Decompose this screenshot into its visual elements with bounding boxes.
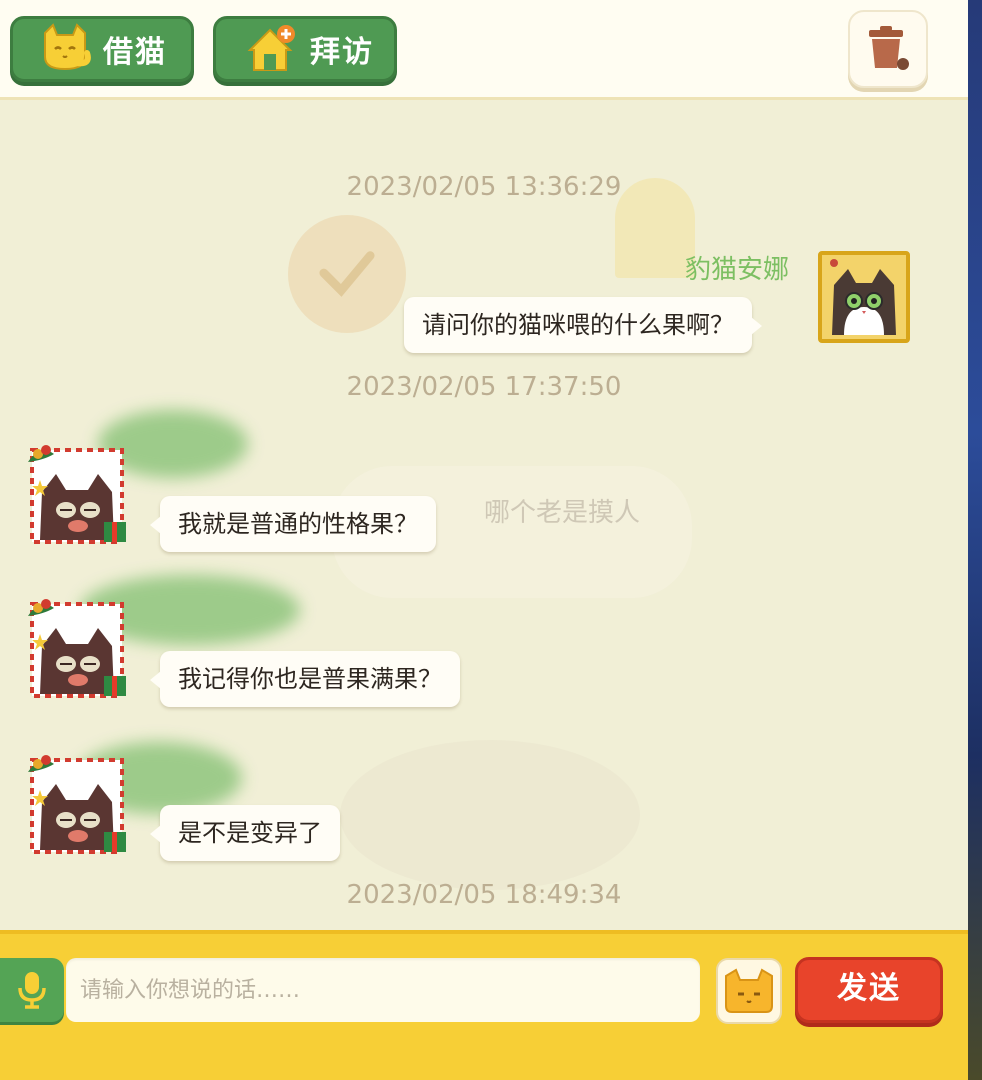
background-bubble-text: 哪个老是摸人 bbox=[484, 498, 641, 528]
sender-name: 豹猫安娜 bbox=[685, 255, 790, 285]
visit-label: 拜访 bbox=[310, 35, 374, 70]
message-text: 请问你的猫咪喂的什么果啊？ bbox=[422, 311, 734, 339]
message-text: 我记得你也是普果满果？ bbox=[178, 665, 442, 693]
borrow-cat-button[interactable]: 借猫 bbox=[10, 16, 194, 82]
chat-message: 我就是普通的性格果？ bbox=[150, 496, 436, 552]
message-input[interactable] bbox=[66, 958, 700, 1022]
background-table bbox=[340, 740, 640, 890]
cat-face-icon bbox=[725, 968, 773, 1013]
microphone-icon bbox=[18, 972, 46, 1009]
my-avatar[interactable] bbox=[818, 251, 910, 343]
emoji-button[interactable] bbox=[716, 958, 782, 1024]
friend-avatar[interactable] bbox=[26, 440, 138, 544]
friend-avatar[interactable] bbox=[26, 750, 138, 854]
chat-message: 请问你的猫咪喂的什么果啊？ bbox=[404, 297, 762, 353]
timestamp: 2023/02/05 18:49:34 bbox=[346, 880, 622, 910]
message-text: 我就是普通的性格果？ bbox=[178, 510, 418, 538]
timestamp: 2023/02/05 13:36:29 bbox=[346, 172, 622, 202]
chat-message: 是不是变异了 bbox=[150, 805, 340, 861]
cat-icon bbox=[35, 19, 95, 79]
timestamp: 2023/02/05 17:37:50 bbox=[346, 372, 622, 402]
voice-input-button[interactable] bbox=[0, 958, 64, 1022]
visit-button[interactable]: 拜访 bbox=[213, 16, 397, 82]
chat-message: 我记得你也是普果满果？ bbox=[150, 651, 460, 707]
house-plus-icon bbox=[242, 19, 302, 79]
background-check-icon bbox=[319, 251, 375, 297]
chat-panel: 哪个老是摸人 借猫 拜访 2023/02/05 13:36:29 豹猫安娜 请问… bbox=[0, 0, 968, 1080]
friend-avatar[interactable] bbox=[26, 594, 138, 698]
send-button[interactable]: 发送 bbox=[795, 957, 943, 1023]
trash-can-icon bbox=[869, 26, 909, 70]
game-world-edge bbox=[968, 0, 982, 1080]
borrow-cat-label: 借猫 bbox=[103, 35, 167, 70]
message-text: 是不是变异了 bbox=[178, 819, 322, 847]
chat-header: 借猫 拜访 bbox=[0, 0, 968, 100]
clear-chat-button[interactable] bbox=[848, 10, 928, 88]
